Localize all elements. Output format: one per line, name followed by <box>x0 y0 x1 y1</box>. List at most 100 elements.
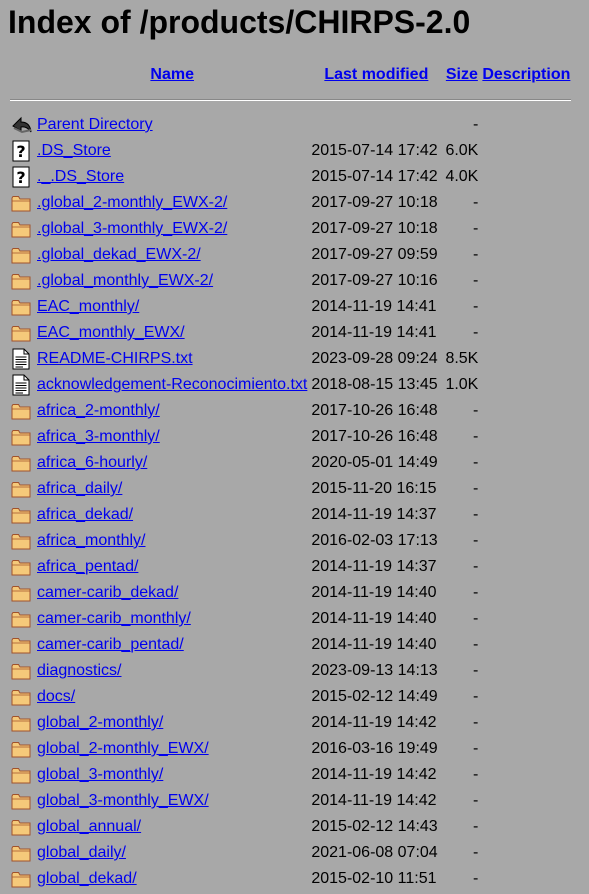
file-link[interactable]: .DS_Store <box>37 142 111 159</box>
description-cell <box>481 320 571 346</box>
last-modified-cell: 2023-09-13 14:13 <box>311 662 438 679</box>
file-link[interactable]: .global_monthly_EWX-2/ <box>37 272 213 289</box>
folder-icon <box>11 608 31 630</box>
file-link[interactable]: global_daily/ <box>37 844 126 861</box>
description-cell <box>481 554 571 580</box>
folder-icon <box>11 712 31 734</box>
file-link[interactable]: EAC_monthly/ <box>37 298 139 315</box>
file-link[interactable]: global_annual/ <box>37 818 141 835</box>
file-link[interactable]: .global_3-monthly_EWX-2/ <box>37 220 227 237</box>
file-link[interactable]: docs/ <box>37 688 75 705</box>
icon-column-header <box>10 62 34 88</box>
unknown-file-icon: ? <box>11 166 31 188</box>
file-link[interactable]: africa_2-monthly/ <box>37 402 160 419</box>
last-modified-cell: 2014-11-19 14:42 <box>311 792 437 809</box>
sort-by-description-link[interactable]: Description <box>482 66 570 83</box>
file-link[interactable]: africa_dekad/ <box>37 506 133 523</box>
sort-by-size-link[interactable]: Size <box>446 66 478 83</box>
unknown-file-icon: ? <box>11 140 31 162</box>
last-modified-cell: 2015-11-20 16:15 <box>311 480 437 497</box>
description-cell <box>481 684 571 710</box>
last-modified-cell: 2014-11-19 14:40 <box>311 584 437 601</box>
file-link[interactable]: camer-carib_pentad/ <box>37 636 184 653</box>
file-link[interactable]: .global_dekad_EWX-2/ <box>37 246 201 263</box>
description-cell <box>481 138 571 164</box>
last-modified-column-header: Last modified <box>310 62 442 88</box>
sort-by-name-link[interactable]: Name <box>150 66 194 83</box>
table-row: camer-carib_monthly/2014-11-19 14:40 - <box>10 606 571 632</box>
file-link[interactable]: africa_3-monthly/ <box>37 428 160 445</box>
table-row: EAC_monthly_EWX/2014-11-19 14:41 - <box>10 320 571 346</box>
size-cell: - <box>473 584 479 601</box>
file-link[interactable]: africa_daily/ <box>37 480 122 497</box>
last-modified-cell: 2015-07-14 17:42 <box>311 168 438 185</box>
directory-listing-page: Index of /products/CHIRPS-2.0 Name Last … <box>0 0 589 894</box>
folder-icon <box>11 556 31 578</box>
separator-line <box>10 99 572 101</box>
size-cell: - <box>473 714 479 731</box>
description-cell <box>481 268 571 294</box>
last-modified-cell: 2017-09-27 09:59 <box>311 246 438 263</box>
last-modified-cell <box>310 112 442 138</box>
folder-icon <box>11 790 31 812</box>
description-cell <box>481 398 571 424</box>
file-link[interactable]: global_2-monthly_EWX/ <box>37 740 209 757</box>
table-row: .global_dekad_EWX-2/2017-09-27 09:59 - <box>10 242 571 268</box>
table-row: diagnostics/2023-09-13 14:13 - <box>10 658 571 684</box>
folder-icon <box>11 400 31 422</box>
size-cell: 1.0K <box>445 376 479 393</box>
table-row: camer-carib_dekad/2014-11-19 14:40 - <box>10 580 571 606</box>
description-cell <box>481 450 571 476</box>
last-modified-cell: 2015-02-12 14:43 <box>311 818 438 835</box>
description-cell <box>481 112 571 138</box>
table-row: .global_2-monthly_EWX-2/2017-09-27 10:18… <box>10 190 571 216</box>
file-link[interactable]: global_2-monthly/ <box>37 714 163 731</box>
file-link[interactable]: global_dekad/ <box>37 870 137 887</box>
last-modified-cell: 2014-11-19 14:37 <box>311 506 437 523</box>
description-cell <box>481 762 571 788</box>
parent-directory-link[interactable]: Parent Directory <box>37 116 153 133</box>
last-modified-cell: 2016-02-03 17:13 <box>311 532 438 549</box>
file-link[interactable]: africa_6-hourly/ <box>37 454 147 471</box>
folder-icon <box>11 504 31 526</box>
last-modified-cell: 2017-09-27 10:18 <box>311 194 438 211</box>
size-cell: - <box>473 870 479 887</box>
description-cell <box>481 346 571 372</box>
last-modified-cell: 2015-02-12 14:49 <box>311 688 438 705</box>
description-cell <box>481 528 571 554</box>
name-column-header: Name <box>36 62 308 88</box>
size-cell: - <box>473 532 479 549</box>
size-cell: - <box>473 272 479 289</box>
size-cell: - <box>473 610 479 627</box>
file-link[interactable]: .global_2-monthly_EWX-2/ <box>37 194 227 211</box>
file-link[interactable]: ._.DS_Store <box>37 168 124 185</box>
size-cell: - <box>473 246 479 263</box>
table-row: africa_6-hourly/2020-05-01 14:49 - <box>10 450 571 476</box>
folder-icon <box>11 192 31 214</box>
size-cell: - <box>473 636 479 653</box>
file-link[interactable]: diagnostics/ <box>37 662 122 679</box>
file-link[interactable]: camer-carib_dekad/ <box>37 584 178 601</box>
table-row: ? .DS_Store 2015-07-14 17:42 6.0K <box>10 138 571 164</box>
sort-by-last-modified-link[interactable]: Last modified <box>324 66 428 83</box>
file-link[interactable]: camer-carib_monthly/ <box>37 610 191 627</box>
description-cell <box>481 424 571 450</box>
table-row: africa_dekad/2014-11-19 14:37 - <box>10 502 571 528</box>
size-cell: - <box>473 688 479 705</box>
file-link[interactable]: africa_pentad/ <box>37 558 138 575</box>
size-cell: - <box>473 792 479 809</box>
size-cell: 6.0K <box>445 142 479 159</box>
svg-text:?: ? <box>16 168 25 187</box>
size-cell: - <box>473 844 479 861</box>
file-link[interactable]: africa_monthly/ <box>37 532 146 549</box>
folder-icon <box>11 842 31 864</box>
file-link[interactable]: README-CHIRPS.txt <box>37 350 193 367</box>
file-link[interactable]: acknowledgement-Reconocimiento.txt <box>37 376 307 393</box>
file-link[interactable]: global_3-monthly/ <box>37 766 163 783</box>
file-link[interactable]: global_3-monthly_EWX/ <box>37 792 209 809</box>
last-modified-cell: 2017-09-27 10:16 <box>311 272 438 289</box>
last-modified-cell: 2017-09-27 10:18 <box>311 220 438 237</box>
file-link[interactable]: EAC_monthly_EWX/ <box>37 324 185 341</box>
last-modified-cell: 2015-07-14 17:42 <box>311 142 438 159</box>
description-cell <box>481 216 571 242</box>
